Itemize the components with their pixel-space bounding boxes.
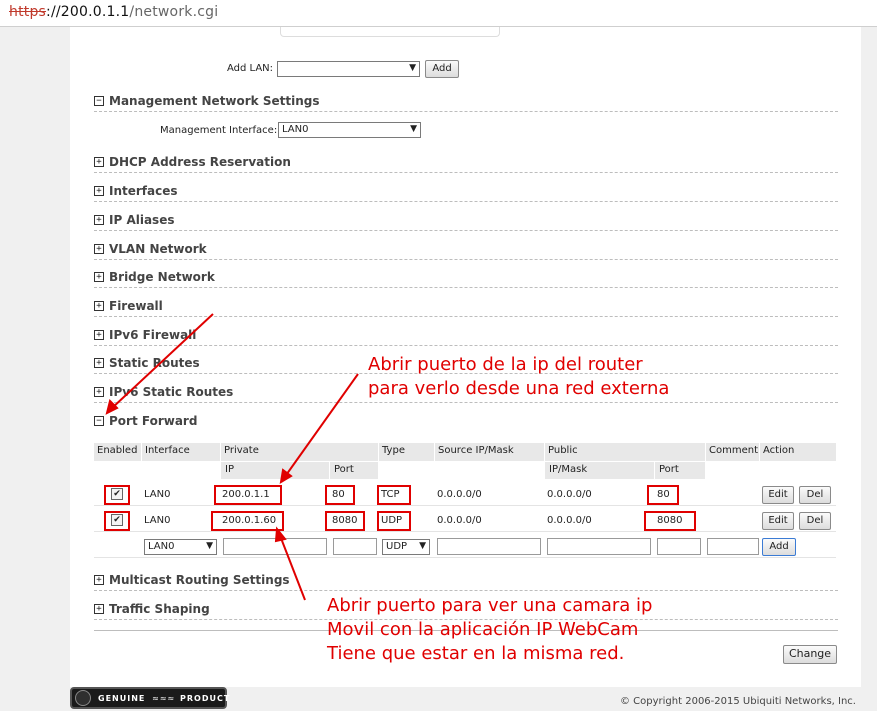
ubiquiti-logo-icon: ≈≈≈ xyxy=(152,694,176,703)
arrow-to-camera-ip xyxy=(278,532,306,601)
genuine-product-badge: GENUINE ≈≈≈ PRODUCT xyxy=(70,687,231,709)
annotation-line: Abrir puerto de la ip del router xyxy=(368,354,643,375)
arrow-head xyxy=(105,399,119,415)
lock-icon xyxy=(75,690,91,706)
arrow-to-port-forward xyxy=(110,313,214,410)
annotation-router-note: Abrir puerto de la ip del router para ve… xyxy=(368,353,669,401)
annotation-line: Tiene que estar en la misma red. xyxy=(327,643,625,664)
badge-text-product: PRODUCT xyxy=(180,694,231,703)
arrow-head xyxy=(274,526,287,543)
copyright-text: © Copyright 2006-2015 Ubiquiti Networks,… xyxy=(620,696,856,707)
annotation-line: Abrir puerto para ver una camara ip xyxy=(327,595,653,616)
annotation-line: para verlo desde una red externa xyxy=(368,378,670,399)
arrow-to-router-ip xyxy=(283,373,359,479)
badge-text-genuine: GENUINE xyxy=(98,694,146,703)
annotation-camera-note: Abrir puerto para ver una camara ip Movi… xyxy=(327,594,652,666)
annotation-line: Movil con la aplicación IP WebCam xyxy=(327,619,639,640)
